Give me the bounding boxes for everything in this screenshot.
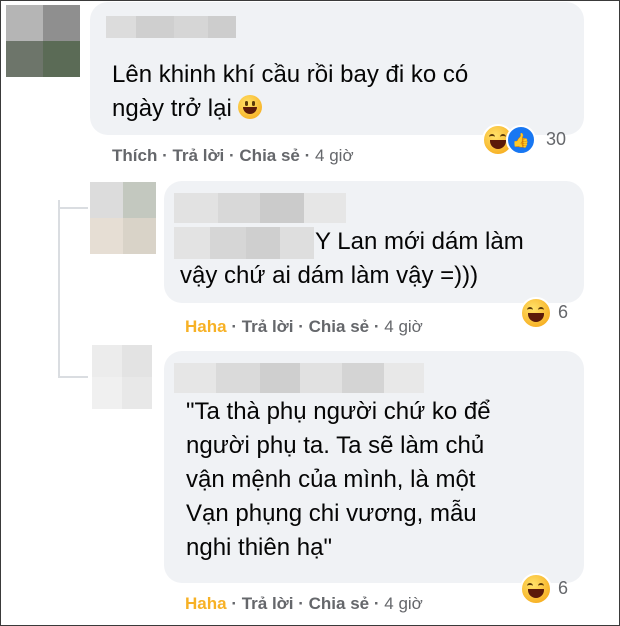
comment-line: Y Lan mới dám làm bbox=[315, 228, 524, 255]
comment-text: "Ta thà phụ người chứ ko để người phụ ta… bbox=[186, 395, 491, 565]
comment-bubble: Y Lan mới dám làm vậy chứ ai dám làm vậy… bbox=[164, 181, 584, 303]
like-button[interactable]: Thích bbox=[112, 146, 157, 165]
reaction-count: 6 bbox=[558, 578, 569, 598]
comment-bubble: Lên khinh khí cầu rồi bay đi ko có ngày … bbox=[90, 2, 584, 135]
author-name-redacted[interactable] bbox=[174, 193, 346, 223]
separator: · bbox=[373, 594, 380, 613]
reaction-summary[interactable]: 6 bbox=[520, 571, 580, 605]
comment-bubble: "Ta thà phụ người chứ ko để người phụ ta… bbox=[164, 351, 584, 583]
reaction-count: 30 bbox=[546, 129, 567, 149]
reply-button[interactable]: Trả lời bbox=[172, 146, 224, 165]
avatar[interactable] bbox=[92, 345, 152, 409]
author-name-redacted[interactable] bbox=[174, 363, 424, 393]
reaction-summary[interactable]: 👍 30 bbox=[482, 122, 582, 156]
haha-reaction-button[interactable]: Haha bbox=[185, 317, 227, 336]
share-button[interactable]: Chia sẻ bbox=[309, 317, 369, 336]
separator: · bbox=[298, 317, 304, 336]
comment-line-text: ngày trở lại bbox=[112, 95, 232, 122]
thread-line bbox=[58, 207, 88, 209]
comment-text: Lên khinh khí cầu rồi bay đi ko có ngày … bbox=[112, 58, 468, 126]
separator: · bbox=[162, 146, 168, 165]
share-button[interactable]: Chia sẻ bbox=[309, 594, 369, 613]
separator: · bbox=[231, 594, 237, 613]
comment-text: Y Lan mới dám làm vậy chứ ai dám làm vậy… bbox=[180, 225, 524, 293]
comment-line: vận mệnh của mình, là một bbox=[186, 466, 476, 493]
haha-icon bbox=[520, 573, 552, 605]
haha-icon bbox=[520, 297, 552, 329]
separator: · bbox=[229, 146, 235, 165]
timestamp[interactable]: 4 giờ bbox=[384, 317, 423, 336]
comment-line: ngày trở lại bbox=[112, 92, 468, 126]
avatar[interactable] bbox=[90, 182, 156, 254]
comment-line: nghi thiên hạ" bbox=[186, 534, 332, 561]
comment-actions: Haha · Trả lời · Chia sẻ · 4 giờ bbox=[185, 594, 423, 614]
thread-line bbox=[58, 376, 88, 378]
comment-line: "Ta thà phụ người chứ ko để bbox=[186, 398, 491, 425]
grinning-face-icon bbox=[238, 95, 263, 119]
timestamp[interactable]: 4 giờ bbox=[315, 146, 354, 165]
timestamp[interactable]: 4 giờ bbox=[384, 594, 423, 613]
avatar[interactable] bbox=[6, 5, 80, 77]
author-name-redacted[interactable] bbox=[106, 16, 236, 38]
like-icon: 👍 bbox=[506, 125, 536, 155]
thread-line bbox=[58, 200, 60, 378]
reply-button[interactable]: Trả lời bbox=[242, 594, 294, 613]
comment-line: vậy chứ ai dám làm vậy =))) bbox=[180, 262, 479, 289]
share-button[interactable]: Chia sẻ bbox=[239, 146, 299, 165]
comment-line: Lên khinh khí cầu rồi bay đi ko có bbox=[112, 61, 469, 88]
comment-line: Vạn phụng chi vương, mẫu bbox=[186, 500, 477, 527]
comment-line: người phụ ta. Ta sẽ làm chủ bbox=[186, 432, 485, 459]
separator: · bbox=[231, 317, 237, 336]
comment-actions: Thích · Trả lời · Chia sẻ · 4 giờ bbox=[112, 146, 354, 166]
haha-reaction-button[interactable]: Haha bbox=[185, 594, 227, 613]
reaction-count: 6 bbox=[558, 302, 569, 322]
comment-actions: Haha · Trả lời · Chia sẻ · 4 giờ bbox=[185, 317, 423, 337]
separator: · bbox=[304, 146, 311, 165]
separator: · bbox=[373, 317, 380, 336]
reply-button[interactable]: Trả lời bbox=[242, 317, 294, 336]
separator: · bbox=[298, 594, 304, 613]
reaction-summary[interactable]: 6 bbox=[520, 295, 580, 329]
